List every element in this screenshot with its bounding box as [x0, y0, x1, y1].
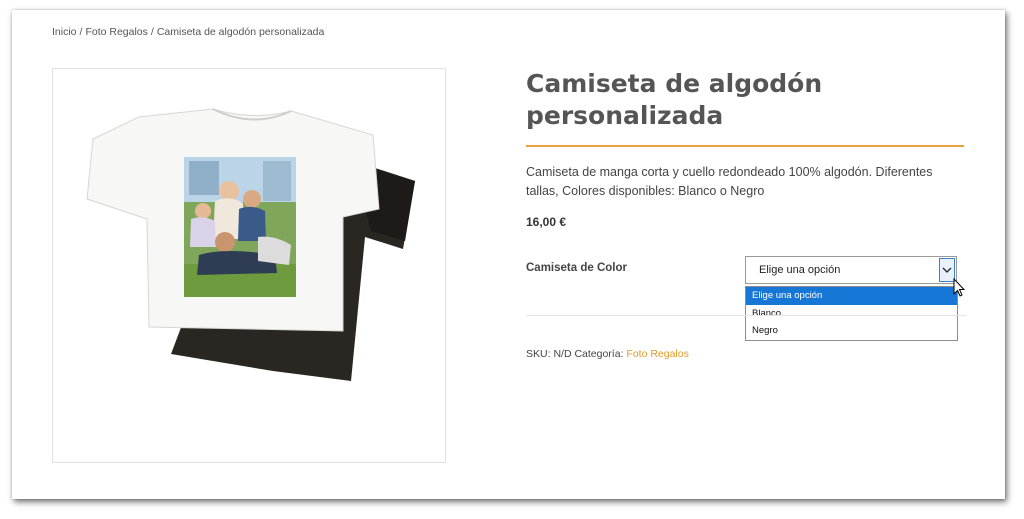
dropdown-option[interactable]: Negro — [746, 322, 957, 340]
color-select-value: Elige una opción — [759, 264, 841, 276]
dropdown-option[interactable]: Elige una opción — [746, 287, 957, 305]
product-title-line-1: Camiseta de algodón — [526, 69, 823, 98]
product-meta: SKU: N/D Categoría: Foto Regalos — [526, 348, 689, 360]
breadcrumb-separator: / — [150, 26, 154, 38]
product-title-line-2: personalizada — [526, 101, 724, 130]
tshirt-image — [86, 108, 415, 381]
color-select[interactable]: Elige una opción — [745, 256, 957, 284]
dropdown-option[interactable]: Blanco — [746, 305, 957, 323]
breadcrumb: Inicio / Foto Regalos / Camiseta de algodón … — [52, 26, 324, 38]
category-link[interactable]: Foto Regalos — [626, 348, 688, 360]
chevron-down-icon — [942, 267, 952, 273]
title-underline — [526, 145, 964, 147]
page-frame: Inicio / Foto Regalos / Camiseta de algodón … — [12, 10, 1005, 499]
product-image[interactable] — [52, 68, 446, 463]
product-price: 16,00 € — [526, 215, 567, 229]
category-label: Categoría: — [574, 348, 624, 360]
divider — [526, 315, 966, 316]
mouse-cursor-icon — [953, 278, 966, 297]
sku-value: N/D — [553, 348, 572, 360]
color-option-label: Camiseta de Color — [526, 262, 627, 274]
product-title: Camiseta de algodón personalizada — [526, 68, 966, 132]
sku-label: SKU: — [526, 348, 551, 360]
color-dropdown-list: Elige una opción Blanco Negro — [745, 286, 958, 341]
breadcrumb-current: Camiseta de algodón personalizada — [156, 26, 325, 38]
breadcrumb-home-link[interactable]: Inicio — [52, 26, 77, 38]
product-description: Camiseta de manga corta y cuello redonde… — [526, 165, 933, 198]
breadcrumb-category-link[interactable]: Foto Regalos — [85, 26, 147, 38]
breadcrumb-separator: / — [79, 26, 83, 38]
